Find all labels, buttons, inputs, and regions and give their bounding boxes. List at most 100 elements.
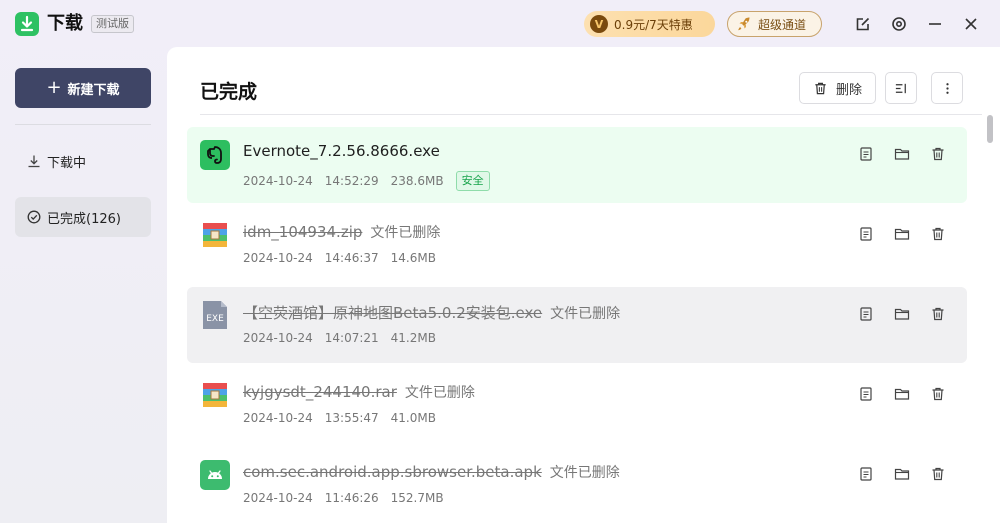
sidebar-divider	[15, 124, 151, 125]
minimize-icon	[929, 23, 941, 25]
sort-icon	[895, 83, 906, 93]
file-size: 238.6MB	[390, 174, 444, 188]
open-folder-button[interactable]	[893, 145, 911, 163]
app-logo-icon	[15, 12, 39, 36]
trash-icon	[932, 227, 944, 241]
file-size: 41.0MB	[390, 411, 436, 425]
vip-icon: V	[590, 15, 608, 33]
file-meta: 2024-10-24 11:46:26 152.7MB	[243, 491, 456, 505]
open-folder-button[interactable]	[893, 225, 911, 243]
folder-icon	[894, 228, 910, 240]
document-icon	[860, 307, 872, 321]
file-date: 2024-10-24	[243, 491, 313, 505]
file-size: 41.2MB	[390, 331, 436, 345]
file-row[interactable]: kyjgysdt_244140.rar 文件已删除 2024-10-24 13:5…	[187, 367, 967, 443]
delete-file-button[interactable]	[929, 145, 947, 163]
file-meta: 2024-10-24 14:52:29 238.6MB 安全	[243, 171, 502, 191]
title-bar: 下载 测试版 V 0.9元/7天特惠 超级通道	[0, 0, 1000, 48]
promo-text: 0.9元/7天特惠	[614, 17, 693, 32]
delete-file-button[interactable]	[929, 385, 947, 403]
feedback-button[interactable]	[851, 12, 875, 36]
new-download-button[interactable]: + 新建下载	[15, 68, 151, 108]
delete-file-button[interactable]	[929, 225, 947, 243]
zip-icon	[200, 220, 230, 250]
document-icon	[860, 147, 872, 161]
exe-icon: EXE	[200, 300, 230, 330]
details-button[interactable]	[857, 225, 875, 243]
file-name[interactable]: kyjgysdt_244140.rar 文件已删除	[243, 382, 475, 402]
details-button[interactable]	[857, 465, 875, 483]
file-meta: 2024-10-24 14:46:37 14.6MB	[243, 251, 448, 265]
file-status: 文件已删除	[404, 385, 475, 401]
super-channel-button[interactable]: 超级通道	[727, 11, 822, 37]
plus-icon: +	[46, 77, 62, 98]
file-name[interactable]: Evernote_7.2.56.8666.exe	[243, 142, 440, 160]
file-row[interactable]: EXE 【空荧酒馆】原神地图Beta5.0.2安装包.exe 文件已删除 2024…	[187, 287, 967, 363]
minimize-button[interactable]	[923, 12, 947, 36]
row-actions	[857, 145, 947, 163]
delete-file-button[interactable]	[929, 465, 947, 483]
file-time: 13:55:47	[324, 411, 379, 425]
close-icon	[965, 18, 977, 30]
settings-button[interactable]	[887, 12, 911, 36]
file-time: 14:52:29	[324, 174, 379, 188]
trash-icon	[932, 307, 944, 321]
trash-icon	[932, 467, 944, 481]
more-button[interactable]	[931, 72, 963, 104]
file-row[interactable]: com.sec.android.app.sbrowser.beta.apk 文件已…	[187, 447, 967, 523]
document-icon	[860, 387, 872, 401]
file-row[interactable]: idm_104934.zip 文件已删除 2024-10-24 14:46:37 …	[187, 207, 967, 283]
scrollbar-thumb[interactable]	[987, 115, 993, 143]
download-icon	[28, 155, 40, 168]
trash-icon	[932, 387, 944, 401]
sort-button[interactable]	[885, 72, 917, 104]
file-name[interactable]: idm_104934.zip 文件已删除	[243, 222, 440, 242]
file-status: 文件已删除	[549, 465, 620, 481]
document-icon	[860, 467, 872, 481]
new-download-label: 新建下载	[67, 82, 120, 98]
rar-icon	[200, 380, 230, 410]
beta-badge: 测试版	[91, 15, 134, 33]
row-actions	[857, 385, 947, 403]
details-button[interactable]	[857, 385, 875, 403]
open-folder-button[interactable]	[893, 305, 911, 323]
file-meta: 2024-10-24 14:07:21 41.2MB	[243, 331, 448, 345]
sidebar-item-completed[interactable]: 已完成(126)	[15, 197, 151, 237]
file-row[interactable]: Evernote_7.2.56.8666.exe 2024-10-24 14:5…	[187, 127, 967, 203]
file-meta: 2024-10-24 13:55:47 41.0MB	[243, 411, 448, 425]
file-status: 文件已删除	[370, 225, 441, 241]
file-date: 2024-10-24	[243, 251, 313, 265]
delete-label: 删除	[835, 82, 862, 98]
page-title: 已完成	[200, 81, 258, 103]
folder-icon	[894, 148, 910, 160]
trash-icon	[932, 147, 944, 161]
open-folder-button[interactable]	[893, 465, 911, 483]
close-button[interactable]	[959, 12, 983, 36]
safe-badge: 安全	[455, 171, 490, 191]
more-icon	[945, 82, 949, 94]
trash-icon	[815, 82, 826, 94]
file-time: 14:46:37	[324, 251, 379, 265]
promo-button[interactable]: V 0.9元/7天特惠	[584, 11, 715, 37]
evernote-icon	[200, 140, 230, 170]
open-folder-button[interactable]	[893, 385, 911, 403]
file-date: 2024-10-24	[243, 174, 313, 188]
sidebar-item-downloading[interactable]: 下载中	[15, 141, 151, 181]
details-button[interactable]	[857, 305, 875, 323]
file-name[interactable]: com.sec.android.app.sbrowser.beta.apk 文件已…	[243, 462, 620, 482]
folder-icon	[894, 388, 910, 400]
file-time: 14:07:21	[324, 331, 379, 345]
delete-file-button[interactable]	[929, 305, 947, 323]
super-channel-label: 超级通道	[758, 17, 807, 32]
sidebar-item-label: 下载中	[47, 155, 87, 171]
details-button[interactable]	[857, 145, 875, 163]
folder-icon	[894, 308, 910, 320]
file-status: 文件已删除	[550, 306, 621, 322]
delete-button[interactable]: 删除	[799, 72, 876, 104]
rocket-icon	[738, 17, 750, 31]
file-date: 2024-10-24	[243, 411, 313, 425]
document-icon	[860, 227, 872, 241]
file-name[interactable]: 【空荧酒馆】原神地图Beta5.0.2安装包.exe 文件已删除	[243, 302, 620, 323]
check-circle-icon	[27, 210, 41, 224]
sidebar-item-label: 已完成(126)	[47, 211, 121, 227]
